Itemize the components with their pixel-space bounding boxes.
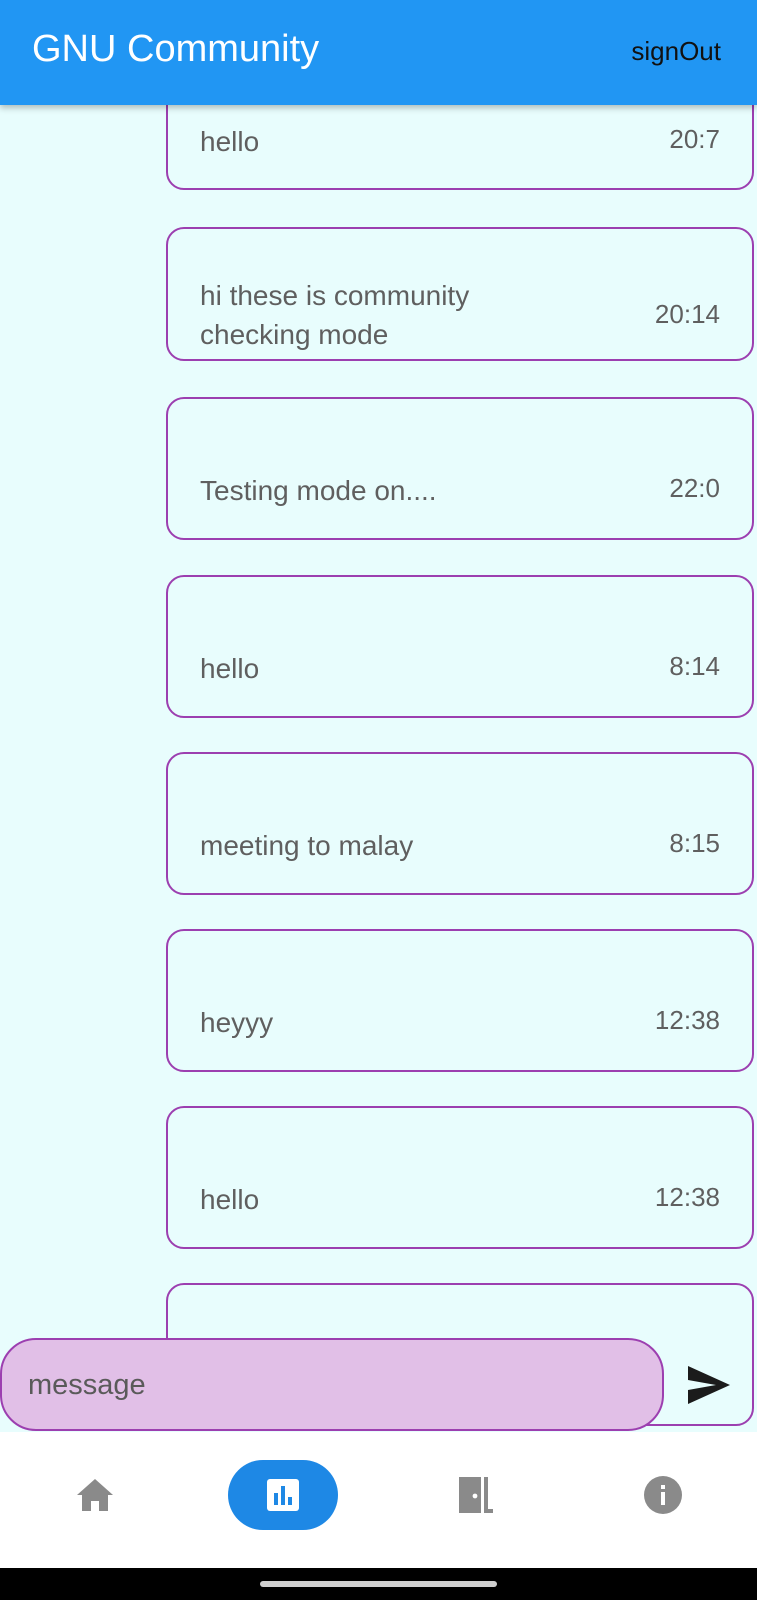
message-time: 8:14 [669, 651, 720, 681]
send-button[interactable] [686, 1364, 732, 1406]
message-bubble: meeting to malay 8:15 [166, 752, 754, 895]
message-time: 12:38 [654, 1005, 720, 1035]
message-list[interactable]: hello 20:7 hi these is community checkin… [0, 105, 757, 1432]
message-composer [0, 1338, 664, 1431]
sign-out-button[interactable]: signOut [631, 36, 721, 67]
message-text: hi these is community checking mode [200, 280, 470, 350]
nav-info[interactable] [608, 1460, 718, 1530]
message-time: 22:0 [669, 473, 720, 503]
bar-chart-icon [267, 1479, 299, 1511]
home-icon [77, 1479, 113, 1511]
message-bubble: hello 12:38 [166, 1106, 754, 1249]
message-time: 12:38 [654, 1182, 720, 1212]
message-bubble: Testing mode on.... 22:0 [166, 397, 754, 540]
message-text: heyyy [200, 1007, 274, 1038]
message-time: 8:15 [669, 828, 720, 858]
message-bubble: hello 20:7 [166, 105, 754, 190]
bottom-navigation [0, 1432, 757, 1568]
message-time: 20:7 [669, 124, 720, 154]
message-bubble: hello 8:14 [166, 575, 754, 718]
message-text: hello [200, 126, 260, 157]
nav-stats[interactable] [228, 1460, 338, 1530]
message-input[interactable] [28, 1366, 628, 1404]
nav-home[interactable] [40, 1460, 150, 1530]
message-text: Testing mode on.... [200, 475, 437, 506]
system-navigation-bar [0, 1568, 757, 1600]
gesture-handle[interactable] [260, 1581, 497, 1587]
app-title: GNU Community [32, 28, 320, 70]
send-icon [688, 1366, 730, 1404]
message-bubble: hi these is community checking mode 20:1… [166, 227, 754, 361]
info-icon [644, 1476, 682, 1514]
message-time: 20:14 [654, 299, 720, 329]
message-text: hello [200, 653, 260, 684]
message-text: meeting to malay [200, 830, 414, 861]
app-bar: GNU Community signOut [0, 0, 757, 105]
door-exit-icon [459, 1477, 493, 1513]
message-text: hello [200, 1184, 260, 1215]
nav-exit[interactable] [420, 1460, 530, 1530]
message-bubble: heyyy 12:38 [166, 929, 754, 1072]
